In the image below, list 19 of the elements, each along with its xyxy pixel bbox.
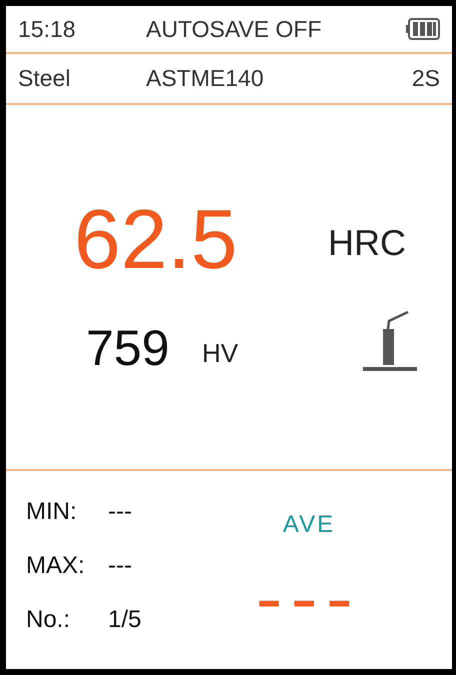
interval-label: 2S bbox=[412, 64, 440, 94]
average-value: --- bbox=[256, 577, 362, 625]
probe-icon bbox=[362, 311, 418, 373]
average-label: AVE bbox=[282, 510, 336, 540]
stat-value: --- bbox=[108, 497, 132, 527]
stat-label: MIN: bbox=[26, 497, 78, 527]
clock-time: 15:18 bbox=[18, 14, 77, 44]
standard-label: ASTME140 bbox=[146, 64, 265, 94]
autosave-status: AUTOSAVE OFF bbox=[146, 14, 323, 44]
converted-unit: HV bbox=[202, 337, 240, 370]
hardness-unit: HRC bbox=[328, 221, 406, 265]
stat-label: MAX: bbox=[26, 551, 86, 581]
battery-icon bbox=[406, 18, 440, 40]
converted-reading: 759 bbox=[86, 323, 170, 373]
stat-value: --- bbox=[108, 551, 132, 581]
stat-value: 1/5 bbox=[108, 605, 142, 635]
material-label: Steel bbox=[18, 64, 72, 94]
hardness-reading: 62.5 bbox=[74, 197, 238, 281]
stat-label: No.: bbox=[26, 605, 72, 635]
